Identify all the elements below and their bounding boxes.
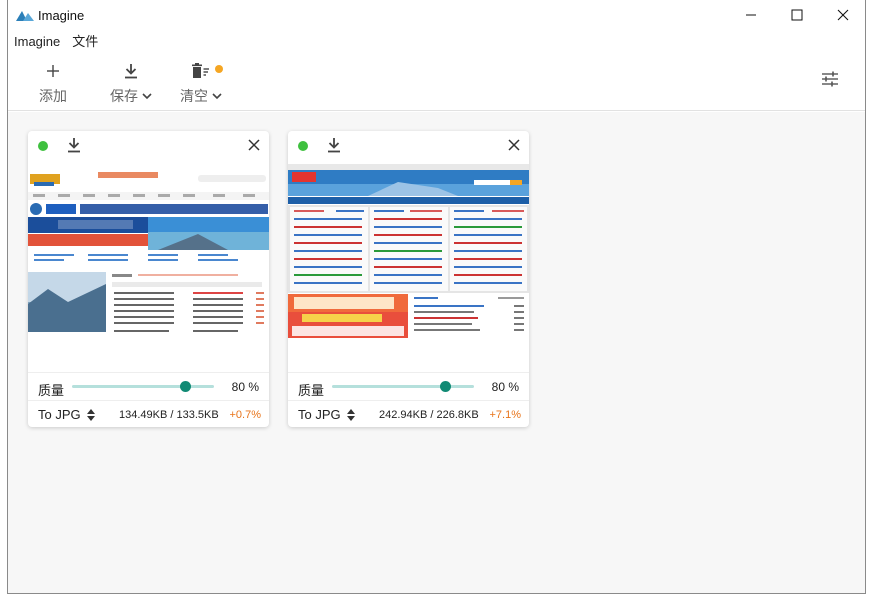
file-sizes: 242.94KB / 226.8KB bbox=[379, 409, 479, 421]
close-icon[interactable] bbox=[507, 138, 521, 152]
clear-all-icon bbox=[192, 63, 209, 78]
slider-thumb[interactable] bbox=[180, 381, 192, 392]
image-card: 质量 80 % To JPG 134.49KB / 133.5KB +0.7% bbox=[28, 131, 269, 427]
app-window: Imagine Imagine 文件 添加 保存 清空 质量 80 % To J… bbox=[7, 0, 866, 594]
menu-imagine[interactable]: Imagine bbox=[8, 33, 66, 53]
save-button[interactable]: 保存 bbox=[110, 60, 152, 106]
settings-button[interactable] bbox=[821, 70, 839, 93]
add-button[interactable]: 添加 bbox=[39, 60, 67, 106]
close-icon bbox=[837, 9, 849, 21]
download-icon[interactable] bbox=[326, 137, 342, 153]
status-dot bbox=[38, 141, 48, 151]
minimize-button[interactable] bbox=[728, 0, 774, 30]
format-select[interactable]: To JPG bbox=[38, 407, 95, 422]
minimize-icon bbox=[746, 14, 756, 16]
slider-track bbox=[72, 385, 214, 388]
quality-label: 质量 bbox=[298, 383, 325, 398]
sort-arrows-icon bbox=[86, 408, 95, 421]
image-thumbnail bbox=[288, 164, 529, 372]
maximize-button[interactable] bbox=[774, 0, 820, 30]
image-thumbnail bbox=[28, 164, 269, 372]
image-card: 质量 80 % To JPG 242.94KB / 226.8KB +7.1% bbox=[288, 131, 529, 427]
quality-value: 80 % bbox=[491, 380, 519, 394]
close-window-button[interactable] bbox=[820, 0, 866, 30]
clear-label: 清空 bbox=[180, 88, 208, 104]
quality-row: 质量 80 % bbox=[28, 372, 269, 400]
quality-label: 质量 bbox=[38, 383, 65, 398]
format-row: To JPG 242.94KB / 226.8KB +7.1% bbox=[288, 400, 529, 427]
maximize-icon bbox=[791, 9, 803, 21]
quality-row: 质量 80 % bbox=[288, 372, 529, 400]
size-delta: +7.1% bbox=[489, 409, 522, 421]
download-icon bbox=[125, 64, 137, 79]
window-title: Imagine bbox=[38, 8, 85, 23]
quality-value: 80 % bbox=[231, 380, 259, 394]
download-icon[interactable] bbox=[66, 137, 82, 153]
menu-file[interactable]: 文件 bbox=[66, 33, 104, 53]
size-delta: +0.7% bbox=[229, 409, 262, 421]
sliders-icon bbox=[822, 71, 838, 87]
status-dot bbox=[298, 141, 308, 151]
format-select[interactable]: To JPG bbox=[298, 407, 355, 422]
format-row: To JPG 134.49KB / 133.5KB +0.7% bbox=[28, 400, 269, 427]
format-label: To JPG bbox=[38, 407, 81, 422]
format-label: To JPG bbox=[298, 407, 341, 422]
file-sizes: 134.49KB / 133.5KB bbox=[119, 409, 219, 421]
quality-slider[interactable] bbox=[72, 381, 214, 392]
toolbar: 添加 保存 清空 bbox=[8, 56, 865, 111]
plus-icon bbox=[47, 65, 59, 77]
image-list: 质量 80 % To JPG 134.49KB / 133.5KB +0.7% bbox=[8, 112, 865, 593]
quality-slider[interactable] bbox=[332, 381, 474, 392]
app-logo-icon bbox=[16, 11, 34, 21]
title-bar: Imagine bbox=[8, 0, 865, 32]
close-icon[interactable] bbox=[247, 138, 261, 152]
chevron-down-icon bbox=[212, 93, 222, 100]
sort-arrows-icon bbox=[346, 408, 355, 421]
add-label: 添加 bbox=[39, 88, 67, 104]
slider-thumb[interactable] bbox=[440, 381, 452, 392]
slider-track bbox=[332, 385, 474, 388]
notification-dot bbox=[215, 65, 223, 73]
chevron-down-icon bbox=[142, 93, 152, 100]
save-label: 保存 bbox=[110, 88, 138, 104]
menu-bar: Imagine 文件 bbox=[8, 33, 104, 53]
